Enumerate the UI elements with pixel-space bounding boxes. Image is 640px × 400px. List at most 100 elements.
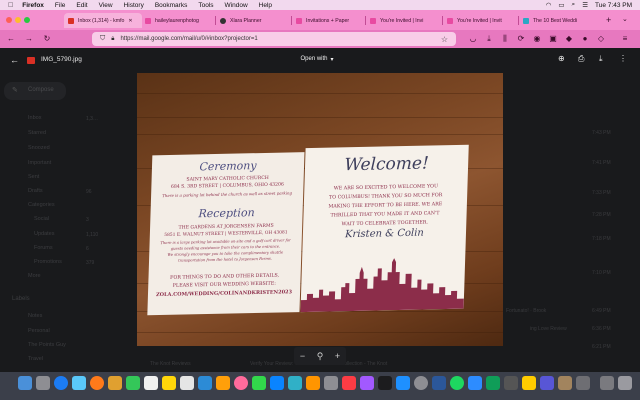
tab-youre-invited-2[interactable]: You're Invited | Invit [447, 13, 515, 28]
url-bar[interactable]: ⛉ 🔒︎ https://mail.google.com/mail/u/0/#i… [92, 32, 456, 46]
compose-button[interactable]: ✎ Compose [4, 82, 66, 100]
sidebar-item-important[interactable]: Important [28, 160, 51, 166]
pocket-icon[interactable]: ◡ [468, 33, 478, 45]
sidebar-item-drafts[interactable]: Drafts [28, 188, 43, 194]
back-arrow-icon[interactable]: ← [6, 33, 16, 45]
app-icon[interactable] [306, 376, 320, 390]
tv-icon[interactable] [378, 376, 392, 390]
menu-history[interactable]: History [124, 2, 144, 9]
tab-best-wedding[interactable]: The 10 Best Weddi [523, 13, 595, 28]
app-icon[interactable] [216, 376, 230, 390]
back-arrow-icon[interactable]: ← [10, 55, 19, 65]
bookmark-star-icon[interactable]: ☆ [441, 35, 448, 44]
reminders-icon[interactable] [180, 376, 194, 390]
extension-icon[interactable]: ◇ [596, 33, 606, 45]
app-icon[interactable] [108, 376, 122, 390]
add-to-drive-icon[interactable]: ⊕ [558, 54, 565, 63]
sync-icon[interactable]: ⟳ [516, 33, 526, 45]
facetime-icon[interactable] [126, 376, 140, 390]
zoom-reset-button[interactable]: ⚲ [317, 351, 324, 362]
word-icon[interactable] [432, 376, 446, 390]
menu-edit[interactable]: Edit [76, 2, 87, 9]
app-icon[interactable] [486, 376, 500, 390]
sidebar-item-more[interactable]: More [28, 273, 41, 279]
messages-icon[interactable] [252, 376, 266, 390]
apple-icon[interactable]:  [8, 2, 13, 9]
menu-tools[interactable]: Tools [198, 2, 213, 9]
extension-icon[interactable]: ● [580, 33, 590, 45]
menubar-clock[interactable]: Tue 7:43 PM [595, 2, 632, 9]
menu-window[interactable]: Window [225, 2, 248, 9]
app-icon[interactable] [576, 376, 590, 390]
extension-icon[interactable]: ◆ [564, 33, 574, 45]
tab-youre-invited-1[interactable]: You're Invited | Invi [370, 13, 440, 28]
close-window-button[interactable] [6, 17, 12, 23]
reload-icon[interactable]: ↻ [42, 33, 52, 45]
library-icon[interactable]: ⫼ [500, 33, 510, 45]
email-subject[interactable]: Verify Your Review: Vendor Name Bridal C… [250, 361, 530, 367]
app-icon[interactable] [540, 376, 554, 390]
app-icon[interactable] [504, 376, 518, 390]
music-icon[interactable] [342, 376, 356, 390]
notes-icon[interactable] [162, 376, 176, 390]
podcasts-icon[interactable] [360, 376, 374, 390]
menu-view[interactable]: View [99, 2, 113, 9]
label-points-guy[interactable]: The Points Guy [28, 342, 66, 348]
firefox-icon[interactable] [90, 376, 104, 390]
search-icon[interactable]: ⌕ [572, 1, 576, 9]
open-with-button[interactable]: Open with ▾ [295, 52, 339, 66]
sidebar-item-starred[interactable]: Starred [28, 130, 46, 136]
lock-icon[interactable]: 🔒︎ [111, 36, 114, 43]
download-icon[interactable]: ⤓ [484, 33, 494, 45]
email-snippet[interactable]: ing Love Review [530, 326, 567, 332]
app-icon[interactable] [522, 376, 536, 390]
control-center-icon[interactable]: ☰ [582, 1, 588, 9]
label-personal[interactable]: Personal [28, 328, 50, 334]
app-icon[interactable] [288, 376, 302, 390]
sidebar-item-forums[interactable]: Forums [34, 245, 53, 251]
new-tab-button[interactable]: + [606, 15, 611, 25]
email-snippet[interactable]: Fortunato! · Brook [506, 308, 546, 314]
minimize-window-button[interactable] [15, 17, 21, 23]
zoom-out-button[interactable]: − [300, 351, 305, 361]
battery-icon[interactable]: ▭ [558, 1, 564, 9]
app-store-icon[interactable] [396, 376, 410, 390]
url-text[interactable]: https://mail.google.com/mail/u/0/#inbox?… [120, 36, 257, 42]
menu-icon[interactable]: ≡ [620, 33, 630, 45]
sidebar-item-promotions[interactable]: Promotions [34, 259, 62, 265]
calendar-icon[interactable] [144, 376, 158, 390]
app-icon[interactable] [324, 376, 338, 390]
sidebar-item-sent[interactable]: Sent [28, 174, 39, 180]
shield-icon[interactable]: ⛉ [100, 35, 105, 43]
mail-icon[interactable] [72, 376, 86, 390]
tab-photography[interactable]: haileylaurenphotog [145, 13, 213, 28]
downloads-folder-icon[interactable] [600, 376, 614, 390]
zoom-in-button[interactable]: + [335, 351, 340, 361]
zoom-window-button[interactable] [24, 17, 30, 23]
tab-invitations-paper[interactable]: Invitations + Paper [296, 13, 362, 28]
tab-gmail-inbox[interactable]: Inbox (1,314) - kmfo ✕ [64, 13, 142, 28]
label-notes[interactable]: Notes [28, 313, 42, 319]
tab-list-chevron-icon[interactable]: ⌄ [622, 15, 628, 23]
menu-help[interactable]: Help [259, 2, 272, 9]
label-travel[interactable]: Travel [28, 356, 43, 362]
sidebar-item-social[interactable]: Social [34, 216, 49, 222]
app-icon[interactable] [270, 376, 284, 390]
app-icon[interactable] [558, 376, 572, 390]
launchpad-icon[interactable] [36, 376, 50, 390]
photos-icon[interactable] [234, 376, 248, 390]
email-sender[interactable]: The Knot Reviews [150, 361, 191, 367]
sidebar-item-updates[interactable]: Updates [34, 231, 55, 237]
app-icon[interactable] [198, 376, 212, 390]
more-options-icon[interactable]: ⋮ [619, 54, 627, 63]
download-icon[interactable]: ⤓ [599, 54, 603, 64]
extension-icon[interactable]: ▣ [548, 33, 558, 45]
sidebar-item-snoozed[interactable]: Snoozed [28, 145, 50, 151]
wifi-icon[interactable]: ◠ [546, 1, 552, 9]
zoom-icon[interactable] [468, 376, 482, 390]
finder-icon[interactable] [18, 376, 32, 390]
spotify-icon[interactable] [450, 376, 464, 390]
menu-app-name[interactable]: Firefox [22, 2, 44, 9]
trash-icon[interactable] [618, 376, 632, 390]
menu-bookmarks[interactable]: Bookmarks [155, 2, 188, 9]
